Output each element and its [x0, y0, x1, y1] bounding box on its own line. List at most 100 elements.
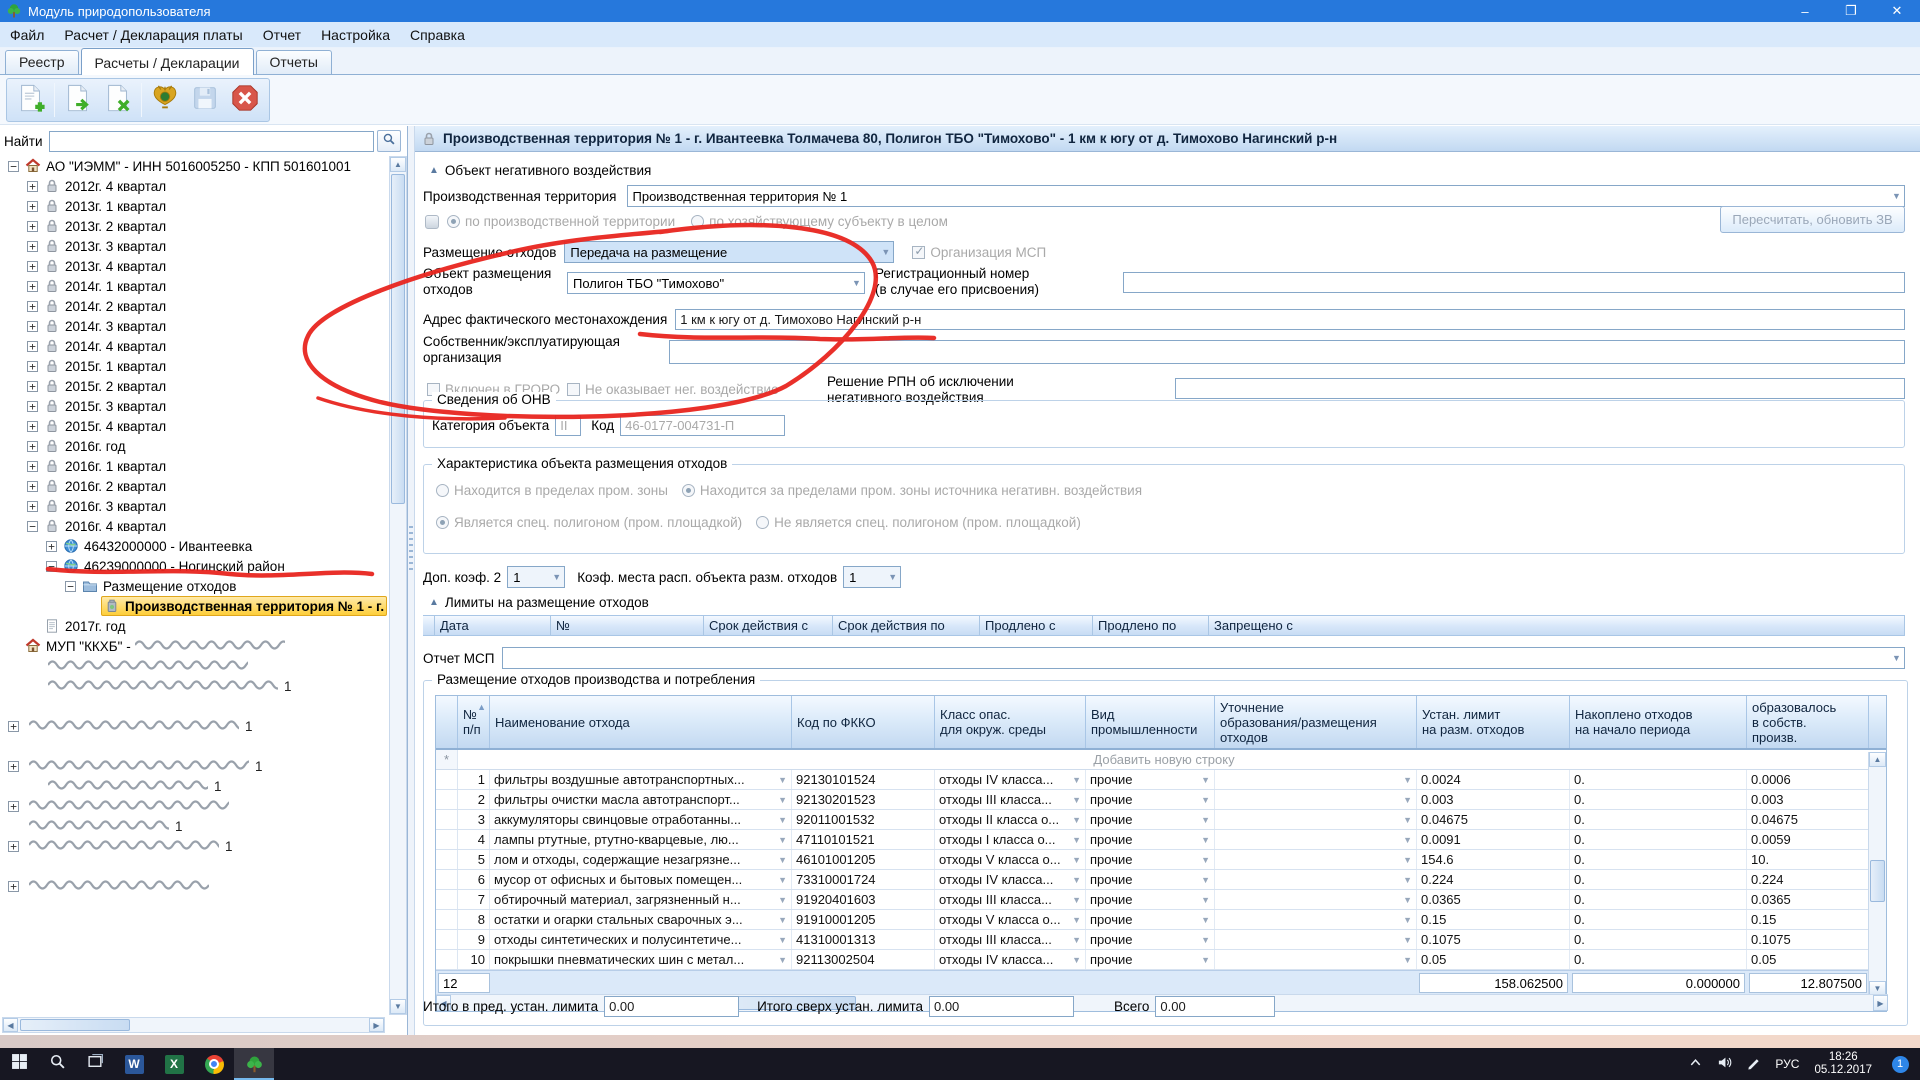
tree-item[interactable] [2, 856, 387, 876]
tree-item[interactable] [2, 656, 387, 676]
waste-name-cell[interactable]: фильтры очистки масла автотранспорт...▼ [490, 790, 792, 809]
waste-column-header[interactable]: Вид промышленности [1086, 696, 1215, 748]
section-onv-header[interactable]: ▲ Объект негативного воздействия [429, 163, 651, 178]
tree-item[interactable]: +2016г. 2 квартал [2, 476, 387, 496]
hazard-class-cell[interactable]: отходы V класса о...▼ [935, 910, 1086, 929]
waste-column-header[interactable]: Класс опас. для окруж. среды [935, 696, 1086, 748]
chevron-down-icon[interactable]: ▼ [775, 895, 787, 905]
waste-name-cell[interactable]: лом и отходы, содержащие незагрязне...▼ [490, 850, 792, 869]
chevron-down-icon[interactable]: ▼ [775, 935, 787, 945]
chevron-down-icon[interactable]: ▼ [1069, 935, 1081, 945]
tree-item[interactable]: −АО "ИЭММ" - ИНН 5016005250 - КПП 501601… [2, 156, 387, 176]
limits-column-header[interactable]: Дата [435, 616, 551, 635]
chevron-down-icon[interactable]: ▼ [1069, 955, 1081, 965]
recalc-button[interactable]: Пересчитать, обновить ЗВ [1720, 206, 1905, 233]
category-input[interactable]: II [555, 415, 581, 436]
waste-name-cell[interactable]: лампы ртутные, ртутно-кварцевые, лю...▼ [490, 830, 792, 849]
tree-item[interactable] [2, 736, 387, 756]
volume-button[interactable] [1710, 1048, 1739, 1080]
waste-name-cell[interactable]: аккумуляторы свинцовые отработанны...▼ [490, 810, 792, 829]
tree-expander[interactable]: + [8, 801, 19, 812]
waste-column-header[interactable]: Устан. лимит на разм. отходов [1417, 696, 1570, 748]
hazard-class-cell[interactable]: отходы I класса о...▼ [935, 830, 1086, 849]
tree-item[interactable]: +2012г. 4 квартал [2, 176, 387, 196]
pen-button[interactable] [1739, 1048, 1768, 1080]
clarify-cell[interactable]: ▼ [1215, 770, 1417, 789]
placement-combo[interactable]: Передача на размещение ▼ [564, 241, 894, 263]
tree-expander[interactable]: + [27, 361, 38, 372]
new-report-button[interactable] [11, 81, 51, 119]
tree-item[interactable]: +2014г. 1 квартал [2, 276, 387, 296]
emblem-button[interactable] [145, 81, 185, 119]
industry-cell[interactable]: прочие▼ [1086, 770, 1215, 789]
menu-item-5[interactable]: Справка [400, 22, 475, 47]
clock[interactable]: 18:26 05.12.2017 [1806, 1051, 1880, 1077]
fkko-code-cell[interactable]: 92113002504 [792, 950, 935, 969]
fkko-code-cell[interactable]: 91910001205 [792, 910, 935, 929]
hazard-class-cell[interactable]: отходы IV класса...▼ [935, 770, 1086, 789]
tree-item[interactable]: 2017г. год [2, 616, 387, 636]
chevron-down-icon[interactable]: ▼ [1198, 795, 1210, 805]
limits-column-header[interactable]: Продлено с [980, 616, 1093, 635]
maximize-button[interactable]: ❐ [1828, 0, 1874, 22]
chevron-down-icon[interactable]: ▼ [1069, 875, 1081, 885]
industry-cell[interactable]: прочие▼ [1086, 910, 1215, 929]
hazard-class-cell[interactable]: отходы V класса о...▼ [935, 850, 1086, 869]
fkko-code-cell[interactable]: 47110101521 [792, 830, 935, 849]
tree-expander[interactable]: + [27, 381, 38, 392]
industry-cell[interactable]: прочие▼ [1086, 830, 1215, 849]
scroll-down-arrow[interactable]: ▼ [390, 999, 406, 1014]
clarify-cell[interactable]: ▼ [1215, 930, 1417, 949]
chevron-down-icon[interactable]: ▼ [1069, 895, 1081, 905]
tree-item[interactable]: +2016г. 3 квартал [2, 496, 387, 516]
industry-cell[interactable]: прочие▼ [1086, 890, 1215, 909]
export-excel-button[interactable] [98, 81, 138, 119]
waste-table-row[interactable]: 8остатки и огарки стальных сварочных э..… [436, 910, 1870, 930]
tree-item[interactable]: +2015г. 3 квартал [2, 396, 387, 416]
clarify-cell[interactable]: ▼ [1215, 850, 1417, 869]
minimize-button[interactable]: – [1782, 0, 1828, 22]
chevron-down-icon[interactable]: ▼ [775, 955, 787, 965]
chevron-down-icon[interactable]: ▼ [775, 815, 787, 825]
tree-item[interactable] [2, 696, 387, 716]
fkko-code-cell[interactable]: 73310001724 [792, 870, 935, 889]
scroll-thumb[interactable] [20, 1019, 130, 1031]
tree-item[interactable]: +2013г. 4 квартал [2, 256, 387, 276]
action-center-button[interactable]: 1 [1880, 1048, 1920, 1080]
tree-expander[interactable]: + [27, 241, 38, 252]
waste-name-cell[interactable]: остатки и огарки стальных сварочных э...… [490, 910, 792, 929]
chevron-down-icon[interactable]: ▼ [1069, 855, 1081, 865]
scroll-up-arrow[interactable]: ▲ [1869, 752, 1886, 767]
task-view-button[interactable] [76, 1048, 114, 1080]
sidebar-vertical-scrollbar[interactable]: ▲ ▼ [389, 156, 407, 1015]
tray-expand-button[interactable] [1681, 1048, 1710, 1080]
totals-over-input[interactable]: 0.00 [929, 996, 1074, 1017]
limits-column-header[interactable]: Продлено по [1093, 616, 1209, 635]
chevron-down-icon[interactable]: ▼ [1400, 895, 1412, 905]
scroll-thumb[interactable] [1870, 860, 1885, 902]
tree-expander[interactable]: + [27, 221, 38, 232]
totals-within-input[interactable]: 0.00 [604, 996, 739, 1017]
chevron-down-icon[interactable]: ▼ [1069, 815, 1081, 825]
chevron-down-icon[interactable]: ▼ [1198, 915, 1210, 925]
close-button[interactable]: ✕ [1874, 0, 1920, 22]
chevron-down-icon[interactable]: ▼ [1198, 835, 1210, 845]
limits-column-header[interactable]: Срок действия с [704, 616, 833, 635]
chevron-down-icon[interactable]: ▼ [1198, 815, 1210, 825]
sidebar-horizontal-scrollbar[interactable]: ◀ ▶ [2, 1017, 385, 1033]
coef2-combo[interactable]: 1▼ [507, 566, 565, 588]
waste-name-cell[interactable]: фильтры воздушные автотранспортных...▼ [490, 770, 792, 789]
tree-expander[interactable]: + [8, 841, 19, 852]
clarify-cell[interactable]: ▼ [1215, 830, 1417, 849]
menu-item-2[interactable]: Расчет / Декларация платы [54, 22, 252, 47]
search-button[interactable] [377, 130, 401, 152]
fkko-code-cell[interactable]: 46101001205 [792, 850, 935, 869]
waste-column-header[interactable]: образовалось в собств. произв. [1747, 696, 1869, 748]
chevron-down-icon[interactable]: ▼ [1198, 775, 1210, 785]
limits-section-header[interactable]: ▲ Лимиты на размещение отходов [429, 595, 649, 610]
language-indicator[interactable]: РУС [1768, 1048, 1806, 1080]
tree-expander[interactable]: + [27, 201, 38, 212]
tree-item[interactable]: −2016г. 4 квартал [2, 516, 387, 536]
msp-checkbox[interactable] [912, 246, 925, 259]
fkko-code-cell[interactable]: 91920401603 [792, 890, 935, 909]
